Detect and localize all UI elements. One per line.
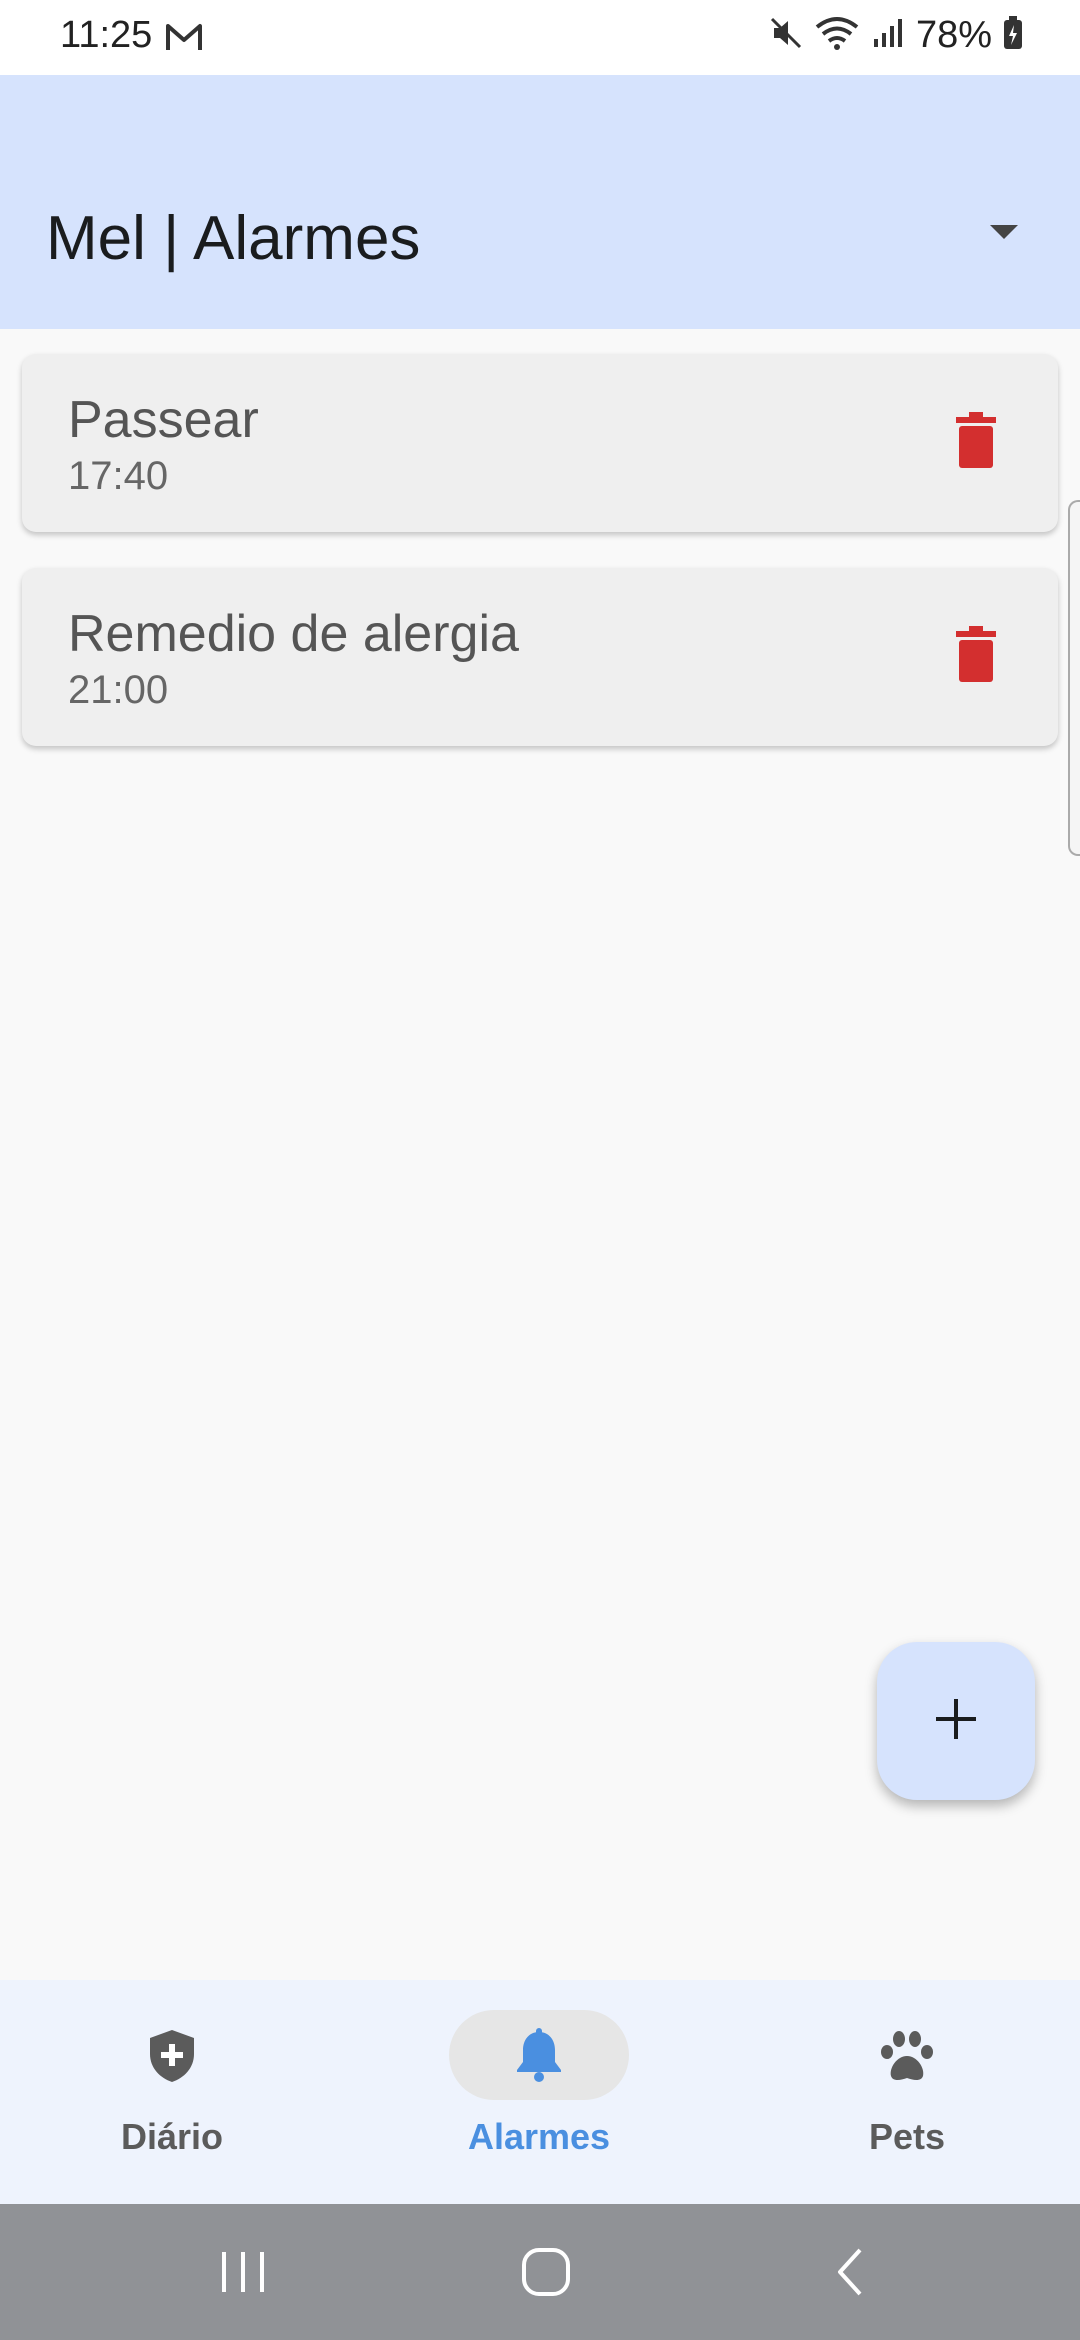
wifi-icon [814,15,860,56]
status-icons: 78% [768,14,1024,57]
status-time: 11:25 [60,14,153,56]
alarm-card[interactable]: Passear 17:40 [22,354,1058,532]
gmail-icon [164,20,204,59]
add-alarm-button[interactable] [877,1642,1035,1800]
plus-icon [934,1697,978,1746]
alarm-time: 21:00 [68,668,169,712]
alarm-name: Passear [68,391,259,449]
nav-label: Diário [120,2116,224,2157]
bottom-nav: Diário Alarmes Pets [0,1980,1080,2204]
mute-icon [768,15,804,56]
battery-percent: 78% [915,14,992,56]
edge-panel-handle[interactable] [1068,500,1080,856]
status-bar: 11:25 78% [0,0,1080,75]
nav-item-alarmes[interactable]: Alarmes [389,2010,689,2190]
alarm-time: 17:40 [68,454,169,498]
paw-icon [879,2028,935,2084]
shield-plus-icon [144,2028,200,2084]
nav-item-diario[interactable]: Diário [22,2010,322,2190]
dropdown-arrow-icon[interactable] [990,225,1018,239]
alarm-list: Passear 17:40 Remedio de alergia 21:00 [22,354,1058,782]
back-icon[interactable] [830,2244,870,2305]
recent-apps-icon[interactable] [218,2244,268,2305]
alarm-name: Remedio de alergia [68,605,519,663]
system-nav-bar [0,2204,1080,2340]
alarm-card[interactable]: Remedio de alergia 21:00 [22,568,1058,746]
home-icon[interactable] [518,2244,574,2305]
nav-item-pets[interactable]: Pets [757,2010,1057,2190]
bell-icon [511,2028,567,2084]
delete-icon[interactable] [956,412,996,468]
nav-label: Pets [868,2116,946,2157]
battery-icon [1002,15,1024,56]
app-header: Mel | Alarmes [0,75,1080,329]
signal-icon [870,15,906,56]
nav-label: Alarmes [467,2116,611,2157]
delete-icon[interactable] [956,626,996,682]
page-title: Mel | Alarmes [46,204,421,273]
